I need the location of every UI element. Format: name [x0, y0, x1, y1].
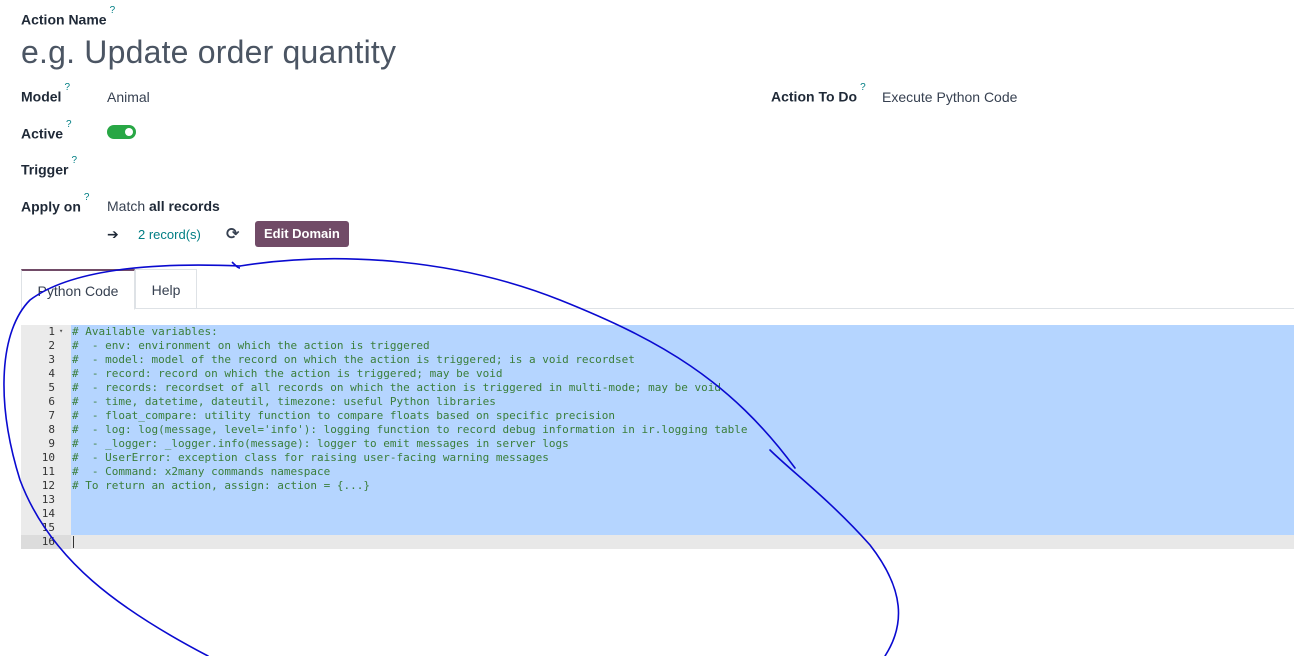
- hand-drawn-annotation: [3, 257, 900, 656]
